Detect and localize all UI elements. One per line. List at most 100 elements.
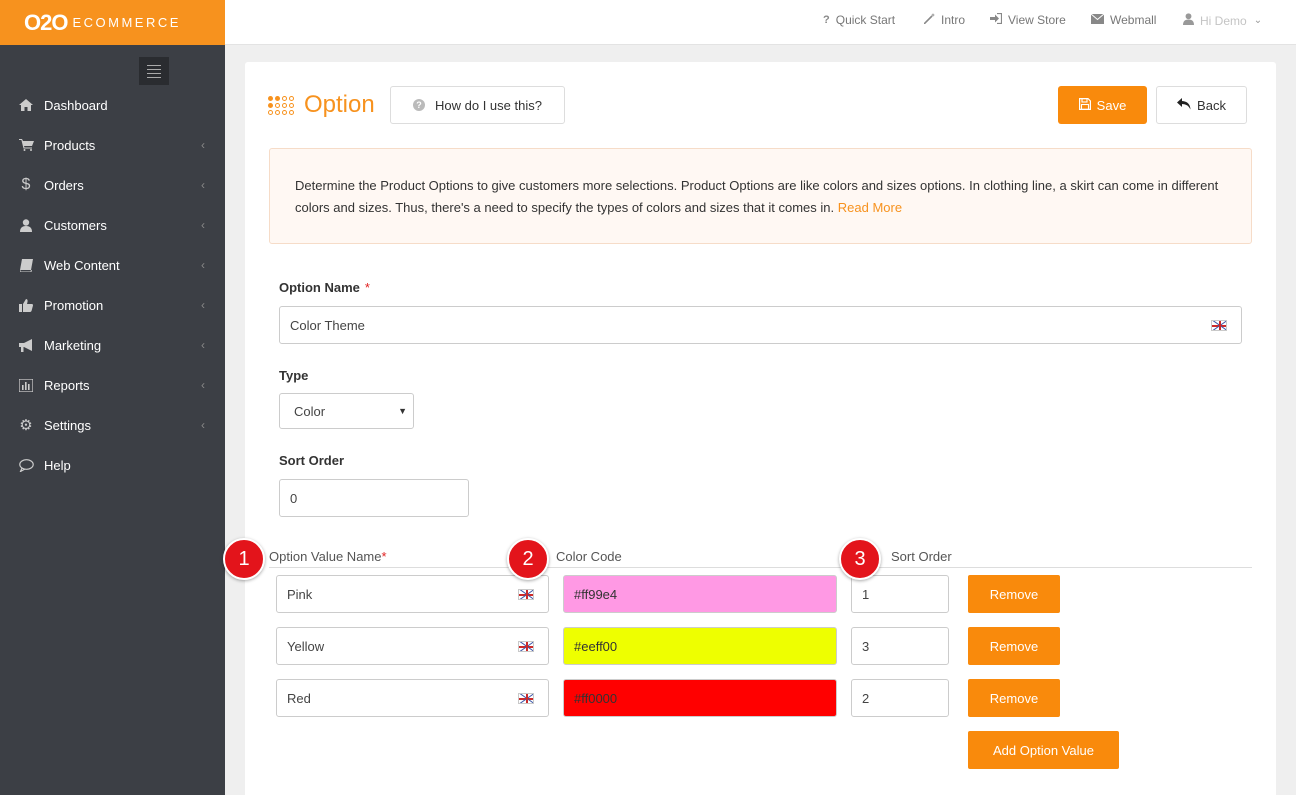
- how-to-use-button[interactable]: ? How do I use this?: [390, 86, 565, 124]
- webmall-label: Webmall: [1110, 13, 1157, 27]
- type-label: Type: [279, 368, 309, 383]
- remove-button[interactable]: Remove: [968, 575, 1060, 613]
- sort-order-input[interactable]: 0: [279, 479, 469, 517]
- bar-chart-icon: [17, 377, 35, 393]
- sidebar-item-promotion[interactable]: Promotion ‹: [0, 285, 225, 325]
- chevron-left-icon: ‹: [201, 258, 205, 272]
- option-name-input[interactable]: Color Theme: [279, 306, 1242, 344]
- sidebar-item-label: Web Content: [44, 257, 120, 273]
- menu-toggle-button[interactable]: [139, 57, 169, 85]
- type-select[interactable]: Color ▼: [279, 393, 414, 429]
- option-value-name-input[interactable]: Red: [276, 679, 549, 717]
- sidebar-item-label: Products: [44, 137, 96, 153]
- save-button[interactable]: Save: [1058, 86, 1147, 124]
- option-sort-order-value: 2: [862, 690, 870, 706]
- required-mark: *: [364, 280, 370, 295]
- option-sort-order-value: 1: [862, 586, 870, 602]
- logo-main: O2O: [24, 9, 68, 35]
- color-code-value: #eeff00: [574, 638, 618, 654]
- question-circle-icon: ?: [413, 99, 426, 111]
- option-name-label: Option Name *: [279, 280, 370, 295]
- option-value-name: Red: [287, 690, 311, 706]
- color-code-input[interactable]: #ff0000: [563, 679, 837, 717]
- caret-down-icon: ▼: [398, 406, 407, 416]
- sidebar-item-products[interactable]: Products ‹: [0, 125, 225, 165]
- grid-dots-icon: [268, 95, 294, 115]
- sidebar-item-label: Promotion: [44, 297, 104, 313]
- logo[interactable]: O2O ECOMMERCE: [0, 0, 225, 45]
- col-option-value-name: Option Value Name*: [269, 549, 387, 564]
- sidebar-item-customers[interactable]: Customers ‹: [0, 205, 225, 245]
- option-sort-order-input[interactable]: 3: [851, 627, 949, 665]
- view-store-label: View Store: [1008, 13, 1066, 27]
- uk-flag-icon[interactable]: [518, 589, 534, 600]
- back-button[interactable]: Back: [1156, 86, 1247, 124]
- sidebar-item-help[interactable]: Help: [0, 445, 225, 485]
- sidebar-item-settings[interactable]: ⚙ Settings ‹: [0, 405, 225, 445]
- sidebar-item-reports[interactable]: Reports ‹: [0, 365, 225, 405]
- option-name-label-text: Option Name: [279, 280, 360, 295]
- sidebar-item-orders[interactable]: $ Orders ‹: [0, 165, 225, 205]
- uk-flag-icon[interactable]: [1211, 320, 1227, 331]
- chevron-left-icon: ‹: [201, 418, 205, 432]
- annotation-badge: 3: [839, 538, 881, 580]
- sort-order-label: Sort Order: [279, 453, 345, 468]
- speech-bubble-icon: [17, 457, 35, 473]
- sidebar-item-dashboard[interactable]: Dashboard: [0, 85, 225, 125]
- info-text: Determine the Product Options to give cu…: [295, 178, 1219, 215]
- chevron-left-icon: ‹: [201, 138, 205, 152]
- type-select-value: Color: [294, 403, 326, 419]
- uk-flag-icon[interactable]: [518, 693, 534, 704]
- how-to-use-label: How do I use this?: [435, 97, 542, 113]
- option-name-value: Color Theme: [290, 317, 365, 333]
- view-store-link[interactable]: View Store: [990, 12, 1066, 27]
- logo-sub: ECOMMERCE: [72, 15, 181, 30]
- uk-flag-icon[interactable]: [518, 641, 534, 652]
- remove-button[interactable]: Remove: [968, 679, 1060, 717]
- intro-link[interactable]: Intro: [923, 13, 965, 27]
- user-menu[interactable]: Hi Demo ⌄: [1183, 13, 1262, 28]
- annotation-badge: 1: [223, 538, 265, 580]
- sign-in-icon: [990, 12, 1003, 27]
- col-sort-order: Sort Order: [891, 549, 952, 564]
- sidebar-item-label: Settings: [44, 417, 91, 433]
- sidebar-item-label: Dashboard: [44, 97, 108, 113]
- remove-button[interactable]: Remove: [968, 627, 1060, 665]
- option-sort-order-input[interactable]: 2: [851, 679, 949, 717]
- color-code-input[interactable]: #eeff00: [563, 627, 837, 665]
- add-option-value-button[interactable]: Add Option Value: [968, 731, 1119, 769]
- sidebar-item-label: Orders: [44, 177, 84, 193]
- magic-wand-icon: [923, 13, 935, 27]
- read-more-link[interactable]: Read More: [838, 200, 902, 215]
- user-icon: [17, 217, 35, 233]
- option-value-name-input[interactable]: Pink: [276, 575, 549, 613]
- sidebar-item-web-content[interactable]: Web Content ‹: [0, 245, 225, 285]
- option-value-name: Yellow: [287, 638, 325, 654]
- chevron-left-icon: ‹: [201, 298, 205, 312]
- option-sort-order-input[interactable]: 1: [851, 575, 949, 613]
- option-value-name: Pink: [287, 586, 313, 602]
- quick-start-link[interactable]: ? Quick Start: [823, 13, 895, 27]
- sort-order-value: 0: [290, 490, 298, 506]
- back-label: Back: [1197, 97, 1226, 113]
- sidebar-item-label: Customers: [44, 217, 107, 233]
- option-sort-order-value: 3: [862, 638, 870, 654]
- sidebar: O2O ECOMMERCE Dashboard Products ‹ $ Ord…: [0, 0, 225, 795]
- option-value-name-input[interactable]: Yellow: [276, 627, 549, 665]
- sidebar-item-label: Marketing: [44, 337, 102, 353]
- page-header: Option: [268, 91, 375, 119]
- save-label: Save: [1096, 97, 1127, 113]
- annotation-badge: 2: [507, 538, 549, 580]
- dollar-icon: $: [21, 176, 31, 193]
- chevron-left-icon: ‹: [201, 338, 205, 352]
- color-code-value: #ff99e4: [574, 586, 618, 602]
- quick-start-label: Quick Start: [835, 13, 896, 27]
- webmall-link[interactable]: Webmall: [1090, 13, 1157, 27]
- sidebar-item-label: Help: [44, 457, 71, 473]
- color-code-input[interactable]: #ff99e4: [563, 575, 837, 613]
- sidebar-item-label: Reports: [44, 377, 90, 393]
- chevron-down-icon: ⌄: [1253, 15, 1263, 26]
- sidebar-item-marketing[interactable]: Marketing ‹: [0, 325, 225, 365]
- topbar: ? Quick Start Intro View Store Webmall H…: [225, 0, 1296, 45]
- home-icon: [17, 97, 35, 113]
